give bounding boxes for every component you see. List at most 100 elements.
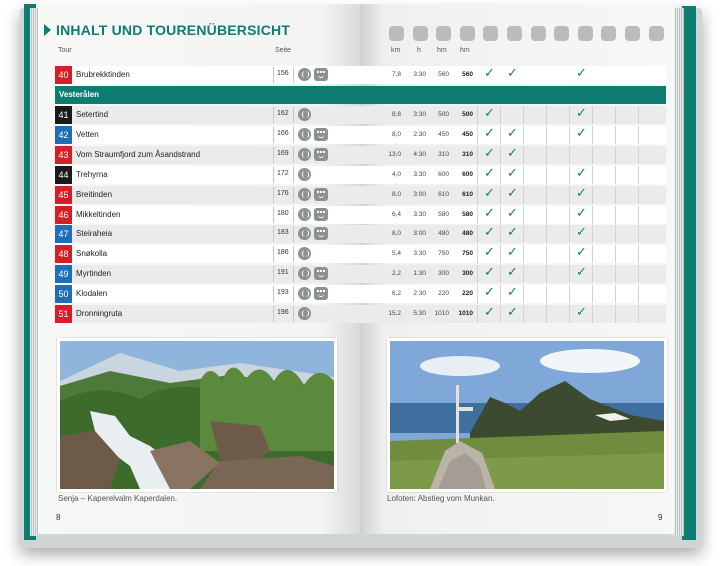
column-divider xyxy=(273,186,274,203)
tour-km: 8,0 xyxy=(391,130,401,138)
column-divider xyxy=(569,145,570,164)
tour-name: Breitinden xyxy=(76,189,113,199)
tour-hm-up: 310 xyxy=(438,150,449,158)
tour-km: 13,0 xyxy=(388,150,401,158)
page-title: INHALT UND TOURENÜBERSICHT xyxy=(56,22,291,38)
column-divider xyxy=(569,305,570,323)
row-bg xyxy=(55,265,666,284)
gps-icon xyxy=(601,26,617,41)
page-number-left: 8 xyxy=(56,513,61,522)
column-divider xyxy=(615,285,616,304)
column-divider xyxy=(523,185,524,204)
column-divider xyxy=(638,285,639,304)
tour-km: 4,0 xyxy=(391,170,401,178)
check-icon: ✓ xyxy=(576,225,587,241)
family-icon xyxy=(314,127,328,141)
tour-hm-down: 300 xyxy=(462,270,473,278)
check-icon: ✓ xyxy=(576,165,587,181)
row-bg xyxy=(55,305,666,323)
tour-hm-down: 1010 xyxy=(458,310,473,317)
tour-number: 48 xyxy=(55,245,72,264)
tour-hours: 2:30 xyxy=(413,130,426,138)
table-row: 45 Breitinden 176 8,0 3:00 610 610 ✓ ✓ ✓ xyxy=(55,185,666,204)
column-divider xyxy=(638,125,639,144)
column-divider xyxy=(592,145,593,164)
check-icon: ✓ xyxy=(507,145,518,161)
column-divider xyxy=(500,106,501,124)
tour-number: 44 xyxy=(55,165,72,184)
column-divider xyxy=(523,285,524,304)
check-icon: ✓ xyxy=(576,66,587,81)
tour-hm-up: 300 xyxy=(438,270,449,278)
header-seite: Seite xyxy=(275,47,291,54)
column-divider xyxy=(592,285,593,304)
family-icon xyxy=(314,287,328,301)
row-bg xyxy=(55,125,666,144)
boat-icon xyxy=(625,26,640,41)
tour-hours: 3:30 xyxy=(413,111,426,118)
tour-hours: 2:30 xyxy=(413,290,426,298)
tour-page: 166 xyxy=(277,129,289,137)
column-divider xyxy=(273,246,274,263)
column-divider xyxy=(273,107,274,123)
check-icon: ✓ xyxy=(507,185,518,201)
table-row: 43 Vom Straumfjord zum Åsandstrand 169 13,0… xyxy=(55,145,666,164)
photo-senja-image xyxy=(60,341,334,489)
check-icon: ✓ xyxy=(576,125,587,141)
column-divider xyxy=(523,145,524,164)
column-divider xyxy=(638,185,639,204)
column-divider xyxy=(477,205,478,224)
check-icon: ✓ xyxy=(484,285,495,301)
column-divider xyxy=(293,146,294,163)
tour-km: 8,8 xyxy=(391,111,401,118)
column-divider xyxy=(500,305,501,323)
column-divider xyxy=(477,225,478,244)
tour-page: 169 xyxy=(277,149,289,157)
column-divider xyxy=(523,305,524,323)
column-divider xyxy=(273,67,274,83)
tour-number: 43 xyxy=(55,145,72,164)
tour-number: 41 xyxy=(55,106,72,124)
column-divider xyxy=(293,186,294,203)
column-divider xyxy=(477,185,478,204)
header-hm-down: hm xyxy=(460,47,470,54)
tour-km: 6,2 xyxy=(391,290,401,298)
tour-number: 47 xyxy=(55,225,72,244)
region-header: Vesterålen xyxy=(55,86,666,104)
column-divider xyxy=(500,285,501,304)
check-icon: ✓ xyxy=(507,285,518,301)
column-divider xyxy=(569,265,570,284)
tour-page: 156 xyxy=(277,70,289,77)
tour-name: Trehyrna xyxy=(76,169,108,179)
tour-hours: 3:30 xyxy=(413,210,426,218)
column-divider xyxy=(546,265,547,284)
tour-name: Myrtinden xyxy=(76,269,112,279)
column-divider xyxy=(569,185,570,204)
column-divider xyxy=(638,145,639,164)
tour-number: 46 xyxy=(55,205,72,224)
photo-lofoten xyxy=(387,338,667,492)
tour-hm-up: 560 xyxy=(438,71,449,78)
column-divider xyxy=(477,145,478,164)
tour-hours: 3:30 xyxy=(413,250,426,258)
column-divider xyxy=(477,165,478,184)
tour-hm-down: 580 xyxy=(462,210,473,218)
column-divider xyxy=(546,165,547,184)
column-divider xyxy=(592,125,593,144)
difficulty-icon xyxy=(298,287,311,301)
row-bg xyxy=(55,245,666,264)
tour-number: 49 xyxy=(55,265,72,284)
tour-hm-down: 310 xyxy=(462,150,473,158)
check-icon: ✓ xyxy=(484,106,495,121)
check-icon: ✓ xyxy=(484,265,495,281)
tour-number: 45 xyxy=(55,185,72,204)
column-divider xyxy=(615,245,616,264)
column-divider xyxy=(273,206,274,223)
winter-icon xyxy=(530,26,546,41)
column-divider xyxy=(477,305,478,323)
tour-hours: 3:30 xyxy=(413,170,426,178)
check-icon: ✓ xyxy=(576,205,587,221)
column-divider xyxy=(273,166,274,183)
tour-hours: 5:30 xyxy=(413,310,426,317)
check-icon: ✓ xyxy=(507,66,518,81)
